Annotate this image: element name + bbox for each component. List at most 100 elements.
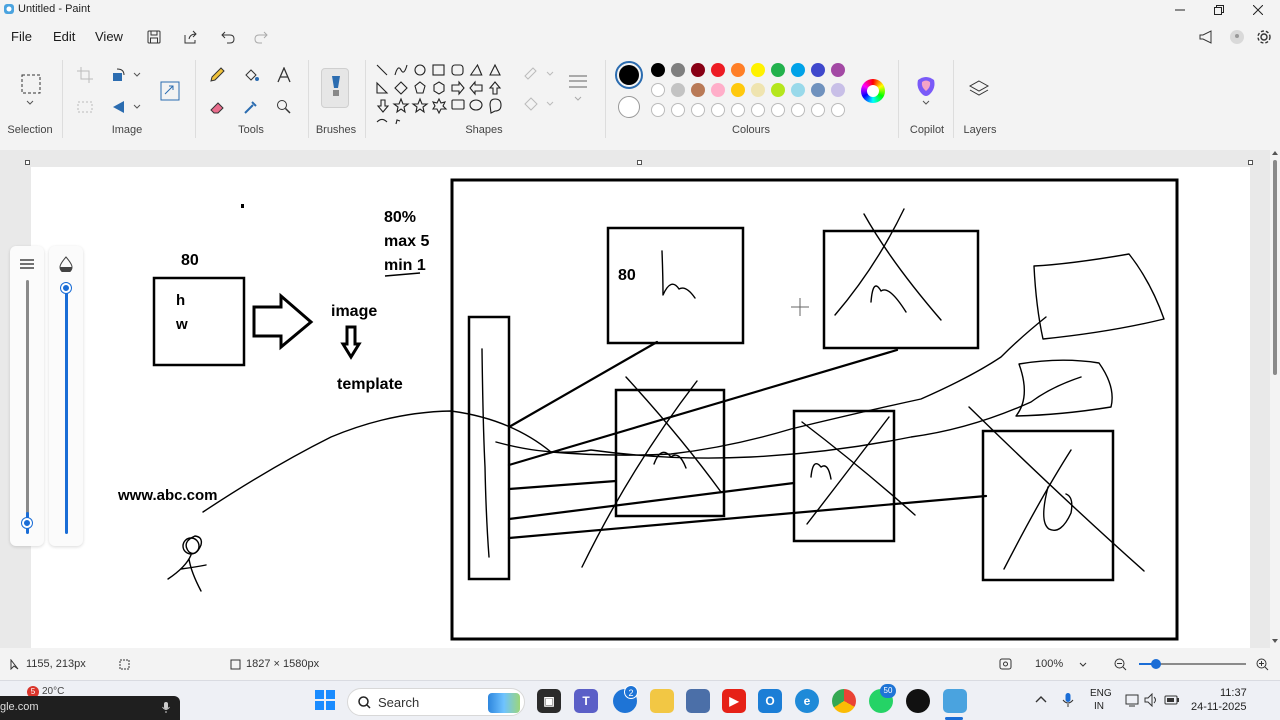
paint-taskbar-icon[interactable] xyxy=(943,689,967,713)
pencil-tool[interactable] xyxy=(206,64,228,86)
palette-color-swatch[interactable] xyxy=(671,83,685,97)
magnifier-tool[interactable] xyxy=(273,96,295,118)
feedback-button[interactable] xyxy=(1196,27,1218,47)
custom-color-slot[interactable] xyxy=(671,103,685,117)
selection-tool-button[interactable] xyxy=(19,72,43,96)
language-top[interactable]: ENG xyxy=(1090,688,1112,699)
menu-file[interactable]: File xyxy=(11,29,32,44)
palette-color-swatch[interactable] xyxy=(831,63,845,77)
zoom-dropdown[interactable]: 100% xyxy=(1027,654,1095,674)
select-remove-button[interactable] xyxy=(74,96,96,118)
custom-color-slot[interactable] xyxy=(811,103,825,117)
size-slider-thumb[interactable] xyxy=(22,518,32,528)
file-explorer-icon[interactable] xyxy=(650,689,674,713)
start-button[interactable] xyxy=(314,689,338,713)
palette-color-swatch[interactable] xyxy=(691,83,705,97)
volume-icon[interactable] xyxy=(1144,693,1159,707)
microphone-icon[interactable] xyxy=(1062,692,1074,708)
clock-date[interactable]: 24-11-2025 xyxy=(1191,701,1246,713)
custom-color-slot[interactable] xyxy=(751,103,765,117)
shape-outline-fill-buttons[interactable] xyxy=(519,64,557,120)
chevron-up-icon[interactable] xyxy=(1035,695,1047,703)
vertical-scrollbar[interactable] xyxy=(1270,150,1280,648)
custom-color-slot[interactable] xyxy=(771,103,785,117)
share-button[interactable] xyxy=(180,27,202,47)
clock-time[interactable]: 11:37 xyxy=(1220,687,1247,699)
palette-color-swatch[interactable] xyxy=(711,63,725,77)
size-button[interactable] xyxy=(566,72,590,104)
shapes-gallery[interactable] xyxy=(374,62,504,126)
drawing-canvas[interactable]: 80 h w 80% max 5 min 1 image template ww… xyxy=(31,167,1250,648)
crop-button[interactable] xyxy=(74,64,96,86)
palette-color-swatch[interactable] xyxy=(731,83,745,97)
opacity-slider-fill[interactable] xyxy=(65,282,68,534)
layers-button[interactable] xyxy=(968,79,992,103)
remote-desktop-icon[interactable] xyxy=(686,689,710,713)
network-icon[interactable] xyxy=(1125,693,1139,707)
resize-handle[interactable] xyxy=(637,160,642,165)
edge-icon[interactable]: e xyxy=(795,689,819,713)
copilot-button[interactable] xyxy=(914,74,938,98)
custom-color-slot[interactable] xyxy=(731,103,745,117)
palette-color-swatch[interactable] xyxy=(651,83,665,97)
flip-button[interactable] xyxy=(108,96,130,118)
palette-color-swatch[interactable] xyxy=(771,83,785,97)
palette-color-swatch[interactable] xyxy=(671,63,685,77)
search-suggestion-popup[interactable]: gle.com xyxy=(0,696,180,720)
youtube-icon[interactable]: ▶ xyxy=(722,689,746,713)
undo-button[interactable] xyxy=(217,27,239,47)
palette-color-swatch[interactable] xyxy=(831,83,845,97)
color-picker-tool[interactable] xyxy=(240,96,262,118)
outlook-icon[interactable]: O xyxy=(758,689,782,713)
secondary-color-button[interactable] xyxy=(618,96,640,118)
opacity-slider-thumb[interactable] xyxy=(61,283,71,293)
brushes-button[interactable] xyxy=(321,68,349,108)
custom-color-slot[interactable] xyxy=(831,103,845,117)
fit-to-window-icon[interactable] xyxy=(999,658,1012,670)
media-app-icon[interactable] xyxy=(906,689,930,713)
size-slider-track[interactable] xyxy=(26,280,29,520)
palette-color-swatch[interactable] xyxy=(811,63,825,77)
group-label-image: Image xyxy=(111,124,143,136)
zoom-out-icon[interactable] xyxy=(1114,658,1127,671)
palette-color-swatch[interactable] xyxy=(731,63,745,77)
zoom-slider-thumb[interactable] xyxy=(1151,659,1161,669)
chrome-icon[interactable] xyxy=(832,689,856,713)
palette-color-swatch[interactable] xyxy=(651,63,665,77)
zoom-in-icon[interactable] xyxy=(1256,658,1269,671)
primary-color-button[interactable] xyxy=(615,61,643,89)
palette-color-swatch[interactable] xyxy=(691,63,705,77)
edit-colors-button[interactable] xyxy=(861,79,885,103)
menu-edit[interactable]: Edit xyxy=(53,29,75,44)
resize-handle[interactable] xyxy=(1248,160,1253,165)
save-button[interactable] xyxy=(143,27,165,47)
taskbar-search[interactable]: Search xyxy=(347,688,525,716)
close-button[interactable] xyxy=(1235,0,1280,20)
palette-color-swatch[interactable] xyxy=(751,83,765,97)
palette-color-swatch[interactable] xyxy=(791,83,805,97)
palette-color-swatch[interactable] xyxy=(711,83,725,97)
palette-color-swatch[interactable] xyxy=(771,63,785,77)
account-button[interactable] xyxy=(1226,27,1248,47)
text-tool[interactable] xyxy=(273,64,295,86)
scrollbar-thumb[interactable] xyxy=(1273,160,1277,375)
image-resize-button[interactable] xyxy=(159,80,181,102)
redo-button[interactable] xyxy=(250,27,272,47)
custom-color-slot[interactable] xyxy=(711,103,725,117)
fill-tool[interactable] xyxy=(240,64,262,86)
custom-color-slot[interactable] xyxy=(791,103,805,117)
eraser-tool[interactable] xyxy=(206,96,228,118)
palette-color-swatch[interactable] xyxy=(791,63,805,77)
language-bottom[interactable]: IN xyxy=(1094,701,1104,712)
rotate-button[interactable] xyxy=(108,64,130,86)
teams-icon[interactable]: T xyxy=(574,689,598,713)
custom-color-slot[interactable] xyxy=(691,103,705,117)
custom-color-slot[interactable] xyxy=(651,103,665,117)
resize-handle[interactable] xyxy=(25,160,30,165)
palette-color-swatch[interactable] xyxy=(811,83,825,97)
task-view-icon[interactable]: ▣ xyxy=(537,689,561,713)
settings-button[interactable] xyxy=(1253,27,1275,47)
menu-view[interactable]: View xyxy=(95,29,123,44)
palette-color-swatch[interactable] xyxy=(751,63,765,77)
battery-icon[interactable] xyxy=(1164,694,1180,706)
